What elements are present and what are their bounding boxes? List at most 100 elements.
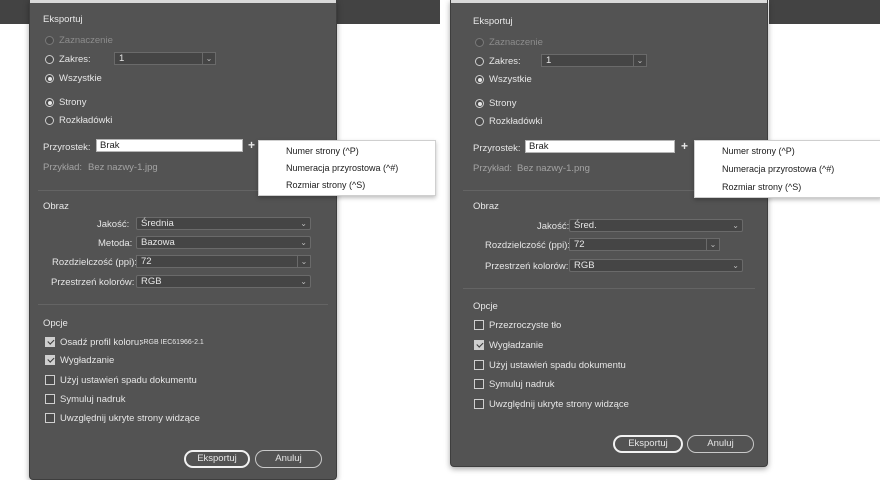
embed-profile-checkbox[interactable] xyxy=(45,337,55,347)
overprint-checkbox[interactable] xyxy=(45,394,55,404)
spreads-radio[interactable] xyxy=(475,117,484,126)
all-radio[interactable] xyxy=(475,75,484,84)
pages-label: Strony xyxy=(489,98,517,109)
method-select[interactable]: Bazowa ⌄ xyxy=(136,236,311,249)
method-value: Bazowa xyxy=(141,237,175,248)
suffix-menu-png: Numer strony (^P) Numeracja przyrostowa … xyxy=(694,140,880,198)
range-combobox[interactable]: 1 ⌄ xyxy=(541,54,647,67)
selection-radio[interactable] xyxy=(45,36,54,45)
transparent-checkbox[interactable] xyxy=(474,320,484,330)
example-value: Bez nazwy-1.png xyxy=(517,163,590,174)
menu-item-incremental-numbering[interactable]: Numeracja przyrostowa (^#) xyxy=(722,164,834,174)
app-topbar-middle xyxy=(336,0,440,24)
resolution-value: 72 xyxy=(574,239,585,250)
resolution-combobox[interactable]: 72 ⌄ xyxy=(136,255,311,268)
options-section-title: Opcje xyxy=(473,301,498,312)
antialias-label: Wygładzanie xyxy=(489,340,544,351)
spreads-label: Rozkładówki xyxy=(489,116,543,127)
chevron-down-icon: ⌄ xyxy=(732,221,739,230)
suffix-input[interactable]: Brak xyxy=(96,139,243,152)
range-combobox[interactable]: 1 ⌄ xyxy=(114,52,216,65)
quality-select[interactable]: Średnia ⌄ xyxy=(136,217,311,230)
menu-item-page-size[interactable]: Rozmiar strony (^S) xyxy=(722,182,801,192)
resolution-label: Rozdzielczość (ppi): xyxy=(52,257,137,268)
quality-label: Jakość: xyxy=(537,221,570,232)
resolution-combobox[interactable]: 72 ⌄ xyxy=(569,238,720,251)
example-label: Przykład: xyxy=(43,162,83,173)
export-button[interactable]: Eksportuj xyxy=(613,435,683,453)
range-label: Zakres: xyxy=(489,56,521,67)
hidden-pages-checkbox[interactable] xyxy=(45,413,55,423)
image-section-title: Obraz xyxy=(473,201,499,212)
menu-item-page-number[interactable]: Numer strony (^P) xyxy=(722,146,795,156)
selection-label: Zaznaczenie xyxy=(59,35,113,46)
hidden-pages-label: Uwzględnij ukryte strony widzące xyxy=(60,413,200,424)
chevron-down-icon[interactable]: ⌄ xyxy=(633,55,646,66)
menu-item-page-number[interactable]: Numer strony (^P) xyxy=(286,146,359,156)
range-radio[interactable] xyxy=(45,55,54,64)
color-space-select[interactable]: RGB ⌄ xyxy=(569,259,743,272)
antialias-checkbox[interactable] xyxy=(474,340,484,350)
all-radio[interactable] xyxy=(45,74,54,83)
pages-label: Strony xyxy=(59,97,87,108)
all-label: Wszystkie xyxy=(489,74,532,85)
antialias-checkbox[interactable] xyxy=(45,355,55,365)
hidden-pages-checkbox[interactable] xyxy=(474,399,484,409)
example-value: Bez nazwy-1.jpg xyxy=(88,162,158,173)
chevron-down-icon: ⌄ xyxy=(300,238,307,247)
plus-icon[interactable]: + xyxy=(248,139,255,151)
suffix-menu-jpg: Numer strony (^P) Numeracja przyrostowa … xyxy=(258,140,436,196)
range-label: Zakres: xyxy=(59,54,91,65)
color-space-value: RGB xyxy=(574,260,595,271)
suffix-label: Przyrostek: xyxy=(43,142,91,153)
chevron-down-icon[interactable]: ⌄ xyxy=(202,53,215,64)
range-value: 1 xyxy=(546,55,552,66)
spreads-radio[interactable] xyxy=(45,116,54,125)
quality-select[interactable]: Śred. ⌄ xyxy=(569,219,743,232)
cancel-button[interactable]: Anuluj xyxy=(255,450,322,468)
pages-radio[interactable] xyxy=(475,99,484,108)
selection-label: Zaznaczenie xyxy=(489,37,543,48)
export-section-title: Eksportuj xyxy=(473,16,513,27)
export-button[interactable]: Eksportuj xyxy=(184,450,250,468)
export-dialog-png: Eksportuj Zaznaczenie Zakres: 1 ⌄ Wszyst… xyxy=(450,0,768,467)
resolution-label: Rozdzielczość (ppi): xyxy=(485,240,570,251)
bleed-checkbox[interactable] xyxy=(45,375,55,385)
resolution-value: 72 xyxy=(141,256,152,267)
cancel-button[interactable]: Anuluj xyxy=(687,435,754,453)
pages-radio[interactable] xyxy=(45,98,54,107)
chevron-down-icon: ⌄ xyxy=(732,261,739,270)
section-divider xyxy=(38,304,328,305)
overprint-label: Symuluj nadruk xyxy=(60,394,126,405)
chevron-down-icon: ⌄ xyxy=(300,277,307,286)
bleed-checkbox[interactable] xyxy=(474,360,484,370)
quality-value: Śred. xyxy=(574,220,597,231)
menu-item-page-size[interactable]: Rozmiar strony (^S) xyxy=(286,180,365,190)
embed-profile-label: Osadź profil koloru: xyxy=(60,337,142,348)
range-value: 1 xyxy=(119,53,125,64)
menu-item-incremental-numbering[interactable]: Numeracja przyrostowa (^#) xyxy=(286,163,398,173)
suffix-label: Przyrostek: xyxy=(473,143,521,154)
spreads-label: Rozkładówki xyxy=(59,115,113,126)
chevron-down-icon[interactable]: ⌄ xyxy=(297,256,310,267)
section-divider xyxy=(463,288,755,289)
app-topbar-right xyxy=(769,0,880,24)
bleed-label: Użyj ustawień spadu dokumentu xyxy=(489,360,626,371)
quality-label: Jakość: xyxy=(97,219,130,230)
bleed-label: Użyj ustawień spadu dokumentu xyxy=(60,375,197,386)
suffix-input[interactable]: Brak xyxy=(525,140,675,153)
example-label: Przykład: xyxy=(473,163,513,174)
hidden-pages-label: Uwzględnij ukryte strony widzące xyxy=(489,399,629,410)
chevron-down-icon[interactable]: ⌄ xyxy=(706,239,719,250)
overprint-checkbox[interactable] xyxy=(474,379,484,389)
export-section-title: Eksportuj xyxy=(43,14,83,25)
range-radio[interactable] xyxy=(475,57,484,66)
plus-icon[interactable]: + xyxy=(681,140,688,152)
selection-radio[interactable] xyxy=(475,38,484,47)
embed-profile-value: sRGB IEC61966-2.1 xyxy=(140,339,204,346)
dialog-top-strip xyxy=(30,0,336,3)
app-topbar-left xyxy=(0,0,30,24)
color-space-select[interactable]: RGB ⌄ xyxy=(136,275,311,288)
color-space-value: RGB xyxy=(141,276,162,287)
options-section-title: Opcje xyxy=(43,318,68,329)
